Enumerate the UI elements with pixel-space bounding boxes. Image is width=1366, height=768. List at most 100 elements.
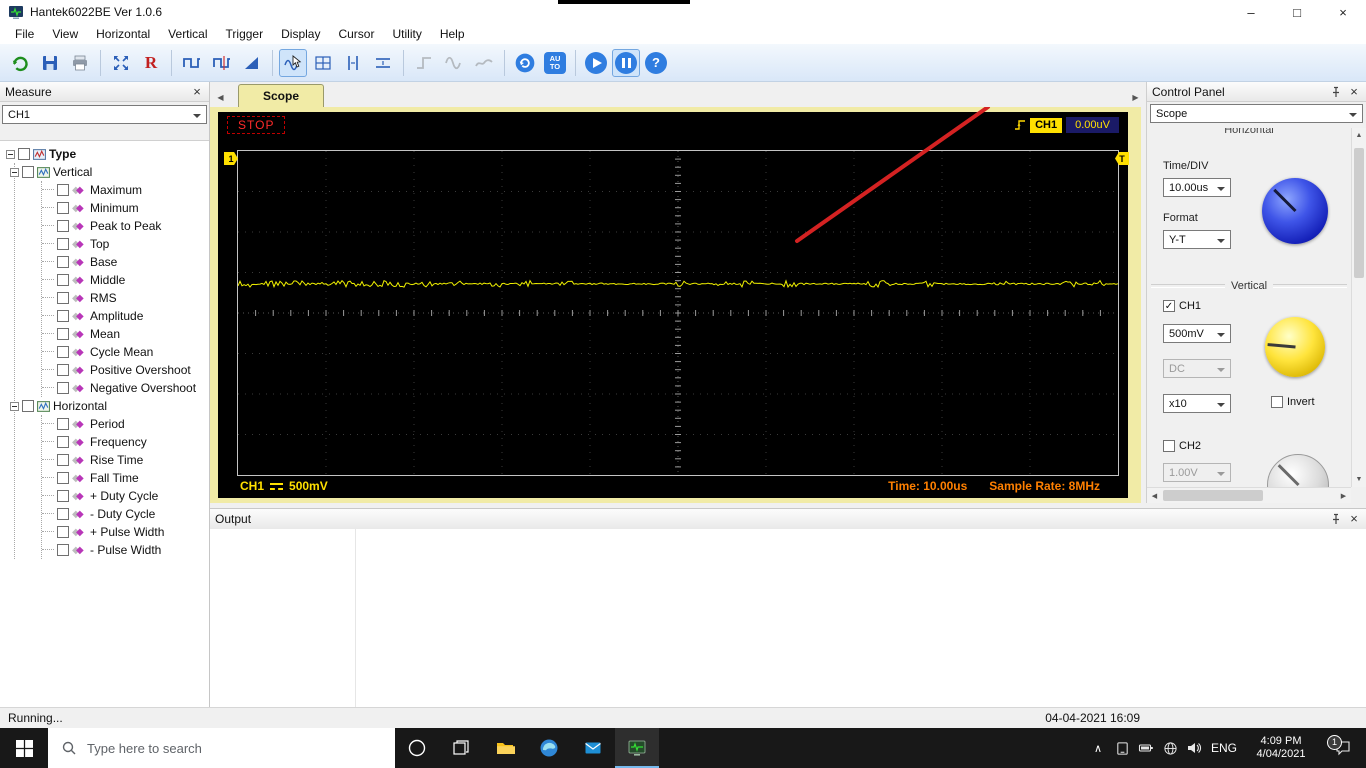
mail-button[interactable] [571, 728, 615, 768]
menu-display[interactable]: Display [272, 24, 329, 44]
measure-channel-select[interactable]: CH1 [2, 105, 207, 124]
item-checkbox[interactable] [57, 346, 69, 358]
task-view-button[interactable] [439, 728, 483, 768]
item-checkbox[interactable] [57, 454, 69, 466]
item-checkbox[interactable] [57, 508, 69, 520]
measure-item-maximum[interactable]: Maximum [42, 181, 209, 199]
item-checkbox[interactable] [57, 436, 69, 448]
measure-item-mean[interactable]: Mean [42, 325, 209, 343]
horizontal-scroll-thumb[interactable] [1163, 490, 1263, 501]
measure-item-pos-pulse-width[interactable]: + Pulse Width [42, 523, 209, 541]
item-checkbox[interactable] [57, 274, 69, 286]
measure-item-frequency[interactable]: Frequency [42, 433, 209, 451]
item-checkbox[interactable] [57, 490, 69, 502]
item-checkbox[interactable] [57, 328, 69, 340]
tree-item-horizontal[interactable]: Horizontal [15, 397, 209, 415]
ch1-enable-checkbox[interactable] [1163, 300, 1175, 312]
format-select[interactable]: Y-T [1163, 230, 1231, 249]
expander-icon[interactable] [10, 168, 19, 177]
scroll-up-icon[interactable]: ▲ [1352, 128, 1366, 143]
edge-button[interactable] [527, 728, 571, 768]
measure-item-top[interactable]: Top [42, 235, 209, 253]
pin-icon[interactable] [1330, 513, 1342, 525]
scope-graticule[interactable] [237, 150, 1119, 476]
item-checkbox[interactable] [22, 166, 34, 178]
measure-item-period[interactable]: Period [42, 415, 209, 433]
measure-item-cycle-mean[interactable]: Cycle Mean [42, 343, 209, 361]
measure-item-base[interactable]: Base [42, 253, 209, 271]
horizontal-cursor-button[interactable] [369, 49, 397, 77]
battery-icon[interactable] [1134, 740, 1158, 756]
auto-set-button[interactable]: AUTO [541, 49, 569, 77]
menu-horizontal[interactable]: Horizontal [87, 24, 159, 44]
tab-scroll-left-icon[interactable]: ◀ [213, 87, 228, 107]
taskbar-search-input[interactable]: Type here to search [48, 728, 395, 768]
ch2-position-knob[interactable] [1267, 454, 1329, 487]
output-close-icon[interactable]: × [1347, 512, 1361, 526]
measure-item-rise-time[interactable]: Rise Time [42, 451, 209, 469]
volume-icon[interactable] [1182, 740, 1206, 756]
ch2-enable-row[interactable]: CH2 [1163, 440, 1201, 452]
menu-view[interactable]: View [43, 24, 87, 44]
channel1-marker[interactable]: 1 [224, 152, 238, 165]
hantek-app-button[interactable] [615, 728, 659, 768]
time-div-select[interactable]: 10.00us [1163, 178, 1231, 197]
item-checkbox[interactable] [57, 184, 69, 196]
item-checkbox[interactable] [57, 220, 69, 232]
menu-cursor[interactable]: Cursor [329, 24, 383, 44]
ch1-probe-select[interactable]: x10 [1163, 394, 1231, 413]
connect-button[interactable] [6, 49, 34, 77]
grid-display-button[interactable] [309, 49, 337, 77]
save-button[interactable] [36, 49, 64, 77]
cortana-button[interactable] [395, 728, 439, 768]
menu-utility[interactable]: Utility [383, 24, 430, 44]
square-wave-marker-button[interactable] [208, 49, 236, 77]
item-checkbox[interactable] [57, 292, 69, 304]
measure-item-neg-duty-cycle[interactable]: - Duty Cycle [42, 505, 209, 523]
scroll-down-icon[interactable]: ▼ [1352, 472, 1366, 487]
start-button[interactable] [0, 728, 48, 768]
measure-item-middle[interactable]: Middle [42, 271, 209, 289]
control-panel-close-icon[interactable]: × [1347, 85, 1361, 99]
item-checkbox[interactable] [57, 382, 69, 394]
horizontal-position-knob[interactable] [1262, 178, 1328, 244]
cursor-measure-button[interactable] [279, 49, 307, 77]
item-checkbox[interactable] [57, 418, 69, 430]
item-checkbox[interactable] [57, 256, 69, 268]
ch1-enable-row[interactable]: CH1 [1163, 300, 1201, 312]
minimize-button[interactable]: – [1228, 0, 1274, 24]
vertical-scroll-thumb[interactable] [1354, 148, 1364, 278]
measure-item-amplitude[interactable]: Amplitude [42, 307, 209, 325]
pause-button[interactable] [612, 49, 640, 77]
item-checkbox[interactable] [18, 148, 30, 160]
measure-item-fall-time[interactable]: Fall Time [42, 469, 209, 487]
item-checkbox[interactable] [57, 472, 69, 484]
scope-view[interactable]: STOP CH1 0.00uV 1 T CH1 500mV Time [210, 107, 1141, 503]
record-button[interactable]: R [137, 49, 165, 77]
print-button[interactable] [66, 49, 94, 77]
measure-close-icon[interactable]: × [190, 85, 204, 99]
measure-item-neg-pulse-width[interactable]: - Pulse Width [42, 541, 209, 559]
network-icon[interactable] [1158, 741, 1182, 756]
item-checkbox[interactable] [57, 364, 69, 376]
auto-scale-button[interactable] [107, 49, 135, 77]
output-log-area[interactable] [210, 529, 1366, 707]
ch1-position-knob[interactable] [1265, 317, 1325, 377]
ch1-invert-checkbox[interactable] [1271, 396, 1283, 408]
item-checkbox[interactable] [57, 544, 69, 556]
item-checkbox[interactable] [57, 526, 69, 538]
tree-item-vertical[interactable]: Vertical [15, 163, 209, 181]
item-checkbox[interactable] [57, 238, 69, 250]
measure-item-rms[interactable]: RMS [42, 289, 209, 307]
tab-scope[interactable]: Scope [238, 84, 324, 107]
ch1-volts-div-select[interactable]: 500mV [1163, 324, 1231, 343]
scroll-left-icon[interactable]: ◀ [1147, 488, 1162, 503]
menu-help[interactable]: Help [431, 24, 474, 44]
measure-item-peak-to-peak[interactable]: Peak to Peak [42, 217, 209, 235]
menu-file[interactable]: File [6, 24, 43, 44]
expander-icon[interactable] [10, 402, 19, 411]
tray-expand-icon[interactable]: ∧ [1086, 742, 1110, 755]
close-button[interactable]: × [1320, 0, 1366, 24]
tab-scroll-right-icon[interactable]: ▶ [1128, 87, 1143, 107]
play-button[interactable] [582, 49, 610, 77]
